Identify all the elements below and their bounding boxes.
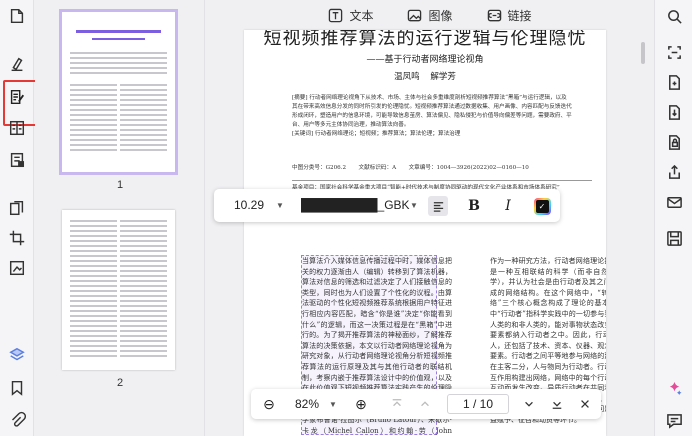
keywords-text: [关键词] 行动者网络理论；短视频；推荐算法；算法伦理；算法治理 [292,131,461,137]
font-size-dropdown-icon[interactable]: ▼ [276,201,284,210]
bold-button[interactable]: B [464,196,484,216]
document-authors[interactable]: 温凤鸣 解学芳 [244,70,606,82]
last-page-icon[interactable] [547,394,567,414]
thumbnail-panel: 1 2 [35,0,205,436]
protect-icon[interactable] [664,132,684,152]
highlight-tool-icon[interactable] [7,54,27,74]
clc-code: 中图分类号：G206.2 [292,165,347,171]
add-text-label: 文本 [349,8,374,23]
bookmark-icon[interactable] [7,378,27,398]
add-image-button[interactable]: 图像 [407,7,453,24]
pdf-page: 短视频推荐算法的运行逻辑与伦理隐忧 ——基于行动者网络理论视角 温凤鸣 解学芳 … [244,30,606,436]
email-icon[interactable] [664,192,684,212]
add-text-button[interactable]: 文本 [328,7,373,24]
pdf-editor-window: 1 2 文本 图像 链接 短视频推荐算法的运行逻辑与伦理隐忧 ——基于行动者网络 [0,0,692,436]
color-swatch-icon: ✓ [534,198,551,215]
image-icon [408,9,422,21]
font-size-select[interactable]: 10.29 [234,198,264,212]
thumbnail-number-2: 2 [116,377,124,389]
zoom-in-button[interactable]: ⊕ [351,394,371,414]
attachment-icon[interactable] [7,410,27,430]
add-image-label: 图像 [428,8,453,23]
compress-icon[interactable] [664,102,684,122]
page-current: 1 [462,397,470,411]
zoom-pagination-bar: ⊖ 82% ▼ ⊕ 1 / 10 [251,389,601,419]
organize-pages-icon[interactable] [7,198,27,218]
doc-code: 文献标识码：A [358,165,397,171]
zoom-dropdown-icon[interactable]: ▼ [327,394,339,414]
ai-assistant-icon[interactable] [664,378,684,398]
font-family-select[interactable]: █████████_GBK [301,198,410,212]
share-icon[interactable] [664,162,684,182]
link-icon [487,9,501,21]
form-tool-icon[interactable] [7,150,27,170]
search-icon[interactable] [664,6,684,26]
align-left-icon [433,201,443,212]
zoom-level-select[interactable]: 82% [289,394,325,414]
prev-page-icon[interactable] [415,394,435,414]
thumbnail-number-1: 1 [116,179,124,191]
right-toolbar [654,0,692,436]
crop-icon[interactable] [7,228,27,248]
page-thumbnail-2[interactable] [62,210,175,370]
add-link-label: 链接 [507,8,532,23]
close-icon[interactable] [575,394,595,414]
document-viewer: 文本 图像 链接 短视频推荐算法的运行逻辑与伦理隐忧 ——基于行动者网络理论视角… [206,0,654,436]
article-id: 文章编号：1004—3926(2022)02—0160—10 [408,165,529,171]
document-title[interactable]: 短视频推荐算法的运行逻辑与伦理隐忧 [244,30,606,50]
save-icon[interactable] [664,228,684,248]
edit-toolbar: 文本 图像 链接 [206,0,654,30]
zoom-out-button[interactable]: ⊖ [259,394,279,414]
align-button[interactable] [428,196,448,216]
add-link-button[interactable]: 链接 [487,7,532,24]
vertical-scrollbar[interactable] [641,42,645,64]
left-toolbar [0,0,42,436]
home-icon[interactable] [7,6,27,26]
document-subtitle[interactable]: ——基于行动者网络理论视角 [244,52,606,65]
text-icon [329,8,343,22]
comment-icon[interactable] [664,410,684,430]
abstract-text: [摘要] 行动者网络理论视角下从技术、市场、主体与社会多重维度剖析短视频推荐算法… [292,95,572,128]
first-page-icon[interactable] [387,394,407,414]
italic-button[interactable]: I [498,196,518,216]
document-abstract[interactable]: [摘要] 行动者网络理论视角下从技术、市场、主体与社会多重维度剖析短视频推荐算法… [292,94,572,139]
text-format-bar: 10.29 ▼ █████████_GBK ▼ B I ✓ [214,189,560,222]
convert-icon[interactable] [664,72,684,92]
watermark-icon[interactable] [7,258,27,278]
font-family-dropdown-icon[interactable]: ▼ [410,201,418,210]
layers-icon[interactable] [7,345,27,365]
ocr-icon[interactable] [664,42,684,62]
document-meta[interactable]: 中图分类号：G206.2 文献标识码：A 文章编号：1004—3926(2022… [292,164,592,172]
text-color-button[interactable]: ✓ [532,196,552,216]
page-number-field[interactable]: 1 / 10 [447,394,509,414]
page-thumbnail-1[interactable] [59,9,178,175]
next-page-icon[interactable] [519,394,539,414]
page-total: 10 [479,397,494,411]
page-layout-icon[interactable] [7,118,27,138]
page-separator: / [472,397,477,411]
